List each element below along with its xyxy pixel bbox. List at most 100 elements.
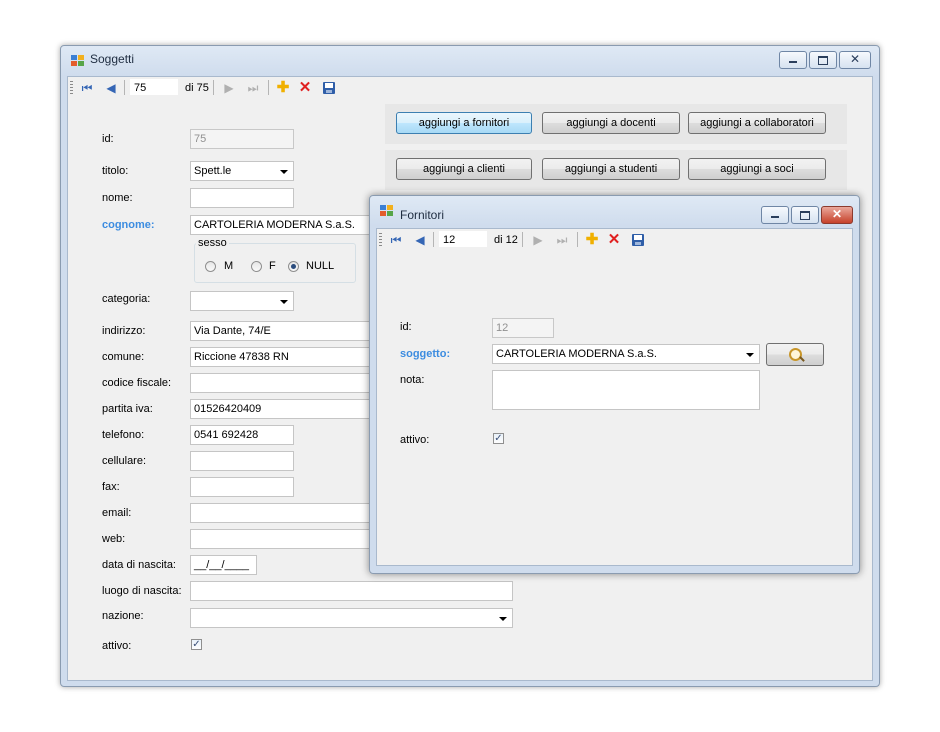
popup-attivo-checkbox[interactable]: ✓	[493, 433, 504, 444]
add-icon[interactable]: ✚	[276, 80, 290, 95]
close-icon: ✕	[850, 52, 861, 66]
sesso-f-radio[interactable]	[251, 261, 262, 272]
toolbar-grip[interactable]	[70, 81, 73, 95]
save-icon[interactable]	[631, 233, 645, 247]
next-record-icon[interactable]: ▶	[531, 233, 545, 247]
email-field[interactable]	[190, 503, 380, 523]
luogo-nascita-label: luogo di nascita:	[102, 585, 182, 597]
cellulare-label: cellulare:	[102, 455, 147, 467]
maximize-icon	[818, 56, 828, 65]
save-icon[interactable]	[322, 81, 336, 95]
id-field[interactable]: 75	[190, 129, 294, 149]
codice-fiscale-label: codice fiscale:	[102, 377, 172, 389]
partita-iva-field[interactable]: 01526420409	[190, 399, 380, 419]
binding-navigator: ⏮ ◀ 75 di 75 ▶ ⏭ ✚ ✕	[68, 77, 872, 99]
attivo-checkbox[interactable]: ✓	[191, 639, 202, 650]
popup-attivo-label: attivo:	[400, 434, 430, 446]
popup-record-count: di 12	[494, 234, 518, 246]
data-nascita-label: data di nascita:	[102, 559, 176, 571]
prev-record-icon[interactable]: ◀	[104, 81, 118, 95]
codice-fiscale-field[interactable]	[190, 373, 380, 393]
app-icon	[380, 205, 394, 217]
minimize-button[interactable]	[779, 51, 807, 69]
sesso-f-label[interactable]: F	[269, 260, 276, 272]
telefono-label: telefono:	[102, 429, 145, 441]
popup-id-field[interactable]: 12	[492, 318, 554, 338]
id-label: id:	[102, 133, 114, 145]
partita-iva-label: partita iva:	[102, 403, 153, 415]
next-record-icon[interactable]: ▶	[222, 81, 236, 95]
sesso-null-label[interactable]: NULL	[306, 260, 334, 272]
sesso-title: sesso	[196, 237, 229, 249]
data-nascita-field[interactable]: __/__/____	[190, 555, 257, 575]
comune-field[interactable]: Riccione 47838 RN	[190, 347, 380, 367]
cellulare-field[interactable]	[190, 451, 294, 471]
popup-title: Fornitori	[400, 208, 445, 222]
nazione-combo[interactable]	[190, 608, 513, 628]
fax-label: fax:	[102, 481, 120, 493]
search-button[interactable]	[766, 343, 824, 366]
email-label: email:	[102, 507, 132, 519]
soggetto-label: soggetto:	[400, 348, 451, 360]
fornitori-client-area: ⏮ ◀ 12 di 12 ▶ ⏭ ✚ ✕ id: 12 soggetto: CA…	[376, 228, 853, 566]
categoria-combo[interactable]	[190, 291, 294, 311]
fornitori-titlebar[interactable]: Fornitori ✕	[370, 196, 859, 224]
close-button[interactable]: ✕	[839, 51, 871, 69]
first-record-icon[interactable]: ⏮	[389, 233, 403, 247]
add-to-collaboratori-button[interactable]: aggiungi a collaboratori	[688, 112, 826, 134]
sesso-null-radio[interactable]	[288, 261, 299, 272]
cognome-field[interactable]: CARTOLERIA MODERNA S.a.S.	[190, 215, 380, 235]
add-to-clienti-button[interactable]: aggiungi a clienti	[396, 158, 532, 180]
add-to-fornitori-button[interactable]: aggiungi a fornitori	[396, 112, 532, 134]
nome-field[interactable]	[190, 188, 294, 208]
add-to-docenti-button[interactable]: aggiungi a docenti	[542, 112, 680, 134]
fornitori-window: Fornitori ✕ ⏮ ◀ 12 di 12 ▶ ⏭ ✚ ✕ id: 12 …	[369, 195, 860, 574]
web-label: web:	[102, 533, 126, 545]
titolo-label: titolo:	[102, 165, 129, 177]
popup-binding-navigator: ⏮ ◀ 12 di 12 ▶ ⏭ ✚ ✕	[377, 229, 852, 251]
categoria-label: categoria:	[102, 293, 151, 305]
minimize-icon	[789, 61, 797, 63]
comune-label: comune:	[102, 351, 145, 363]
popup-position-input[interactable]: 12	[439, 231, 487, 247]
luogo-nascita-field[interactable]	[190, 581, 513, 601]
cognome-label: cognome:	[102, 219, 155, 231]
app-icon	[71, 55, 85, 67]
fax-field[interactable]	[190, 477, 294, 497]
last-record-icon[interactable]: ⏭	[246, 81, 260, 95]
popup-id-label: id:	[400, 321, 412, 333]
prev-record-icon[interactable]: ◀	[413, 233, 427, 247]
maximize-icon	[800, 211, 810, 220]
close-icon: ✕	[832, 207, 843, 221]
nota-label: nota:	[400, 374, 425, 386]
popup-close-button[interactable]: ✕	[821, 206, 853, 224]
maximize-button[interactable]	[809, 51, 837, 69]
attivo-label: attivo:	[102, 640, 132, 652]
add-to-studenti-button[interactable]: aggiungi a studenti	[542, 158, 680, 180]
record-count: di 75	[185, 82, 209, 94]
soggetto-combo[interactable]: CARTOLERIA MODERNA S.a.S.	[492, 344, 760, 364]
indirizzo-field[interactable]: Via Dante, 74/E	[190, 321, 380, 341]
minimize-icon	[771, 216, 779, 218]
popup-maximize-button[interactable]	[791, 206, 819, 224]
delete-icon[interactable]: ✕	[298, 80, 312, 95]
nazione-label: nazione:	[102, 610, 144, 622]
position-input[interactable]: 75	[130, 79, 178, 95]
indirizzo-label: indirizzo:	[102, 325, 146, 337]
nota-field[interactable]	[492, 370, 760, 410]
first-record-icon[interactable]: ⏮	[80, 81, 94, 95]
toolbar-grip[interactable]	[379, 233, 382, 247]
nome-label: nome:	[102, 192, 133, 204]
popup-minimize-button[interactable]	[761, 206, 789, 224]
delete-icon[interactable]: ✕	[607, 232, 621, 247]
add-icon[interactable]: ✚	[585, 232, 599, 247]
telefono-field[interactable]: 0541 692428	[190, 425, 294, 445]
web-field[interactable]	[190, 529, 380, 549]
soggetti-titlebar[interactable]: Soggetti ✕	[61, 46, 879, 74]
last-record-icon[interactable]: ⏭	[555, 233, 569, 247]
window-title: Soggetti	[90, 52, 135, 66]
sesso-m-radio[interactable]	[205, 261, 216, 272]
add-to-soci-button[interactable]: aggiungi a soci	[688, 158, 826, 180]
titolo-combo[interactable]: Spett.le	[190, 161, 294, 181]
sesso-m-label[interactable]: M	[224, 260, 233, 272]
